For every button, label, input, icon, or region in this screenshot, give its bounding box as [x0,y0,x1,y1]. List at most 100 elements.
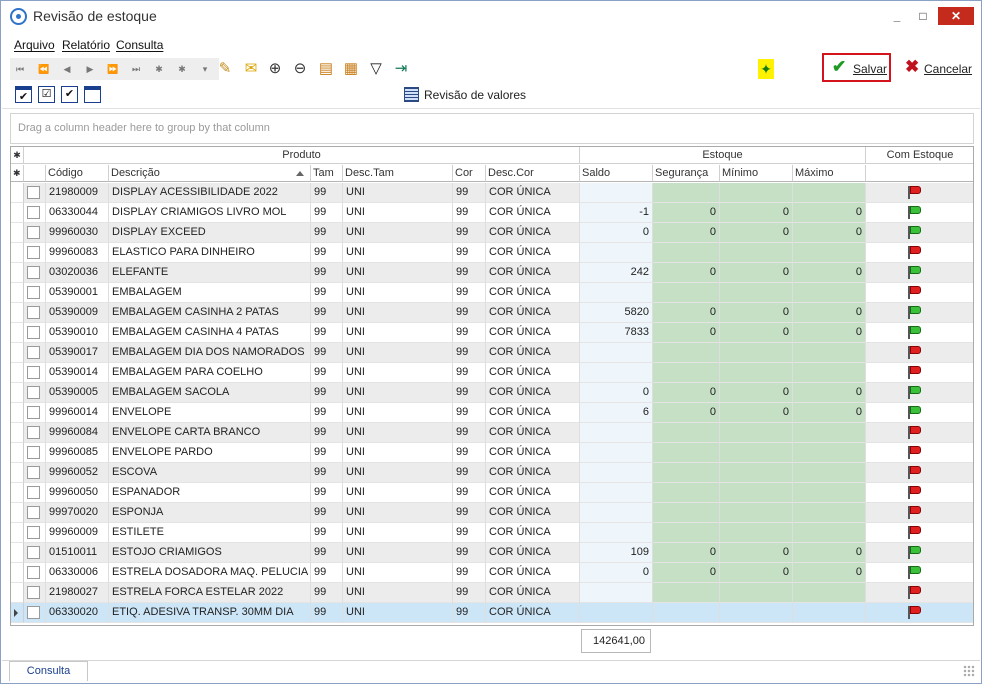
cell-maximo[interactable] [793,183,866,203]
cell-maximo[interactable] [793,283,866,303]
table-row[interactable]: 99960084 ENVELOPE CARTA BRANCO 99 UNI 99 COR … [11,423,973,443]
col-cor[interactable]: Cor [453,165,486,182]
cell-desc-tam[interactable]: UNI [343,523,453,543]
cell-descricao[interactable]: ESCOVA [109,463,311,483]
cell-maximo[interactable] [793,243,866,263]
check-single-icon[interactable]: ✔ [61,86,78,103]
cell-saldo[interactable]: 109 [580,543,653,563]
prev-record-icon[interactable]: ◀ [57,61,77,77]
cell-maximo[interactable]: 0 [793,303,866,323]
cell-desc-tam[interactable]: UNI [343,483,453,503]
cell-saldo[interactable] [580,423,653,443]
row-checkbox-cell[interactable] [24,303,46,323]
cell-tam[interactable]: 99 [311,183,343,203]
cell-tam[interactable]: 99 [311,463,343,483]
row-checkbox[interactable] [27,386,40,399]
row-checkbox[interactable] [27,306,40,319]
cell-cor[interactable]: 99 [453,303,486,323]
cell-saldo[interactable]: 6 [580,403,653,423]
cell-cor[interactable]: 99 [453,343,486,363]
cell-codigo[interactable]: 99960050 [46,483,109,503]
cell-minimo[interactable] [720,463,793,483]
cell-cor[interactable]: 99 [453,463,486,483]
cell-descricao[interactable]: ELASTICO PARA DINHEIRO [109,243,311,263]
row-checkbox-cell[interactable] [24,403,46,423]
cell-maximo[interactable] [793,603,866,623]
cell-saldo[interactable]: 0 [580,223,653,243]
cell-minimo[interactable] [720,443,793,463]
insert-record-icon[interactable]: ✱ [149,61,169,77]
cell-desc-cor[interactable]: COR ÚNICA [486,363,580,383]
door-exit-icon[interactable]: ⇥ [391,59,411,79]
table-row[interactable]: 99960030 DISPLAY EXCEED 99 UNI 99 COR ÚNICA 0 0… [11,223,973,243]
row-checkbox-cell[interactable] [24,243,46,263]
table-row[interactable]: 03020036 ELEFANTE 99 UNI 99 COR ÚNICA 242 0 0 0 [11,263,973,283]
cell-maximo[interactable]: 0 [793,263,866,283]
table-row[interactable]: 05390001 EMBALAGEM 99 UNI 99 COR ÚNICA [11,283,973,303]
cell-seguranca[interactable] [653,443,720,463]
table-row[interactable]: 99960052 ESCOVA 99 UNI 99 COR ÚNICA [11,463,973,483]
cell-minimo[interactable] [720,183,793,203]
cell-desc-tam[interactable]: UNI [343,543,453,563]
prev-page-icon[interactable]: ⏪ [34,61,54,77]
table-row[interactable]: 06330006 ESTRELA DOSADORA MAQ. PELUCIA 99 U… [11,563,973,583]
cell-desc-tam[interactable]: UNI [343,343,453,363]
cell-com-estoque[interactable] [866,323,973,343]
table-row[interactable]: 06330044 DISPLAY CRIAMIGOS LIVRO MOL 99 UNI… [11,203,973,223]
cell-maximo[interactable] [793,343,866,363]
row-checkbox-cell[interactable] [24,343,46,363]
last-record-icon[interactable]: ⏭ [126,61,146,77]
cell-tam[interactable]: 99 [311,543,343,563]
cell-codigo[interactable]: 99970020 [46,503,109,523]
cell-desc-cor[interactable]: COR ÚNICA [486,603,580,623]
cell-desc-cor[interactable]: COR ÚNICA [486,463,580,483]
cell-com-estoque[interactable] [866,603,973,623]
cell-tam[interactable]: 99 [311,483,343,503]
cell-tam[interactable]: 99 [311,303,343,323]
first-record-icon[interactable]: ⏮ [10,61,30,77]
cell-com-estoque[interactable] [866,463,973,483]
row-checkbox[interactable] [27,226,40,239]
table-row[interactable]: 21980009 DISPLAY ACESSIBILIDADE 2022 99 UNI… [11,183,973,203]
cell-desc-cor[interactable]: COR ÚNICA [486,283,580,303]
cell-desc-tam[interactable]: UNI [343,443,453,463]
cell-com-estoque[interactable] [866,363,973,383]
cell-maximo[interactable]: 0 [793,383,866,403]
cell-desc-tam[interactable]: UNI [343,283,453,303]
table-row[interactable]: 05390017 EMBALAGEM DIA DOS NAMORADOS 99 UNI… [11,343,973,363]
cell-minimo[interactable]: 0 [720,563,793,583]
uncheck-all-icon[interactable] [84,86,101,103]
nav-dropdown-icon[interactable]: ▾ [195,61,215,77]
cell-seguranca[interactable] [653,363,720,383]
row-checkbox[interactable] [27,406,40,419]
cell-codigo[interactable]: 06330044 [46,203,109,223]
table-row[interactable]: 99960085 ENVELOPE PARDO 99 UNI 99 COR ÚNICA [11,443,973,463]
next-record-icon[interactable]: ▶ [80,61,100,77]
col-maximo[interactable]: Máximo [793,165,866,182]
cell-saldo[interactable] [580,183,653,203]
cell-descricao[interactable]: EMBALAGEM CASINHA 4 PATAS [109,323,311,343]
cell-codigo[interactable]: 05390014 [46,363,109,383]
cell-cor[interactable]: 99 [453,203,486,223]
cell-com-estoque[interactable] [866,563,973,583]
cell-desc-cor[interactable]: COR ÚNICA [486,403,580,423]
cell-saldo[interactable]: 5820 [580,303,653,323]
cell-minimo[interactable]: 0 [720,323,793,343]
cell-cor[interactable]: 99 [453,323,486,343]
cell-descricao[interactable]: ESTRELA FORCA ESTELAR 2022 [109,583,311,603]
cell-seguranca[interactable]: 0 [653,383,720,403]
cell-com-estoque[interactable] [866,203,973,223]
cell-descricao[interactable]: DISPLAY CRIAMIGOS LIVRO MOL [109,203,311,223]
cell-descricao[interactable]: ENVELOPE [109,403,311,423]
layout-icon[interactable]: ▦ [341,59,361,79]
check-all-icon[interactable]: ☑ [38,86,55,103]
cell-desc-cor[interactable]: COR ÚNICA [486,343,580,363]
row-checkbox[interactable] [27,346,40,359]
cell-tam[interactable]: 99 [311,403,343,423]
cell-saldo[interactable] [580,603,653,623]
checked-list-icon[interactable]: ✔ [15,86,32,103]
cell-descricao[interactable]: ESPONJA [109,503,311,523]
cell-minimo[interactable]: 0 [720,403,793,423]
cell-descricao[interactable]: EMBALAGEM PARA COELHO [109,363,311,383]
row-checkbox-cell[interactable] [24,283,46,303]
